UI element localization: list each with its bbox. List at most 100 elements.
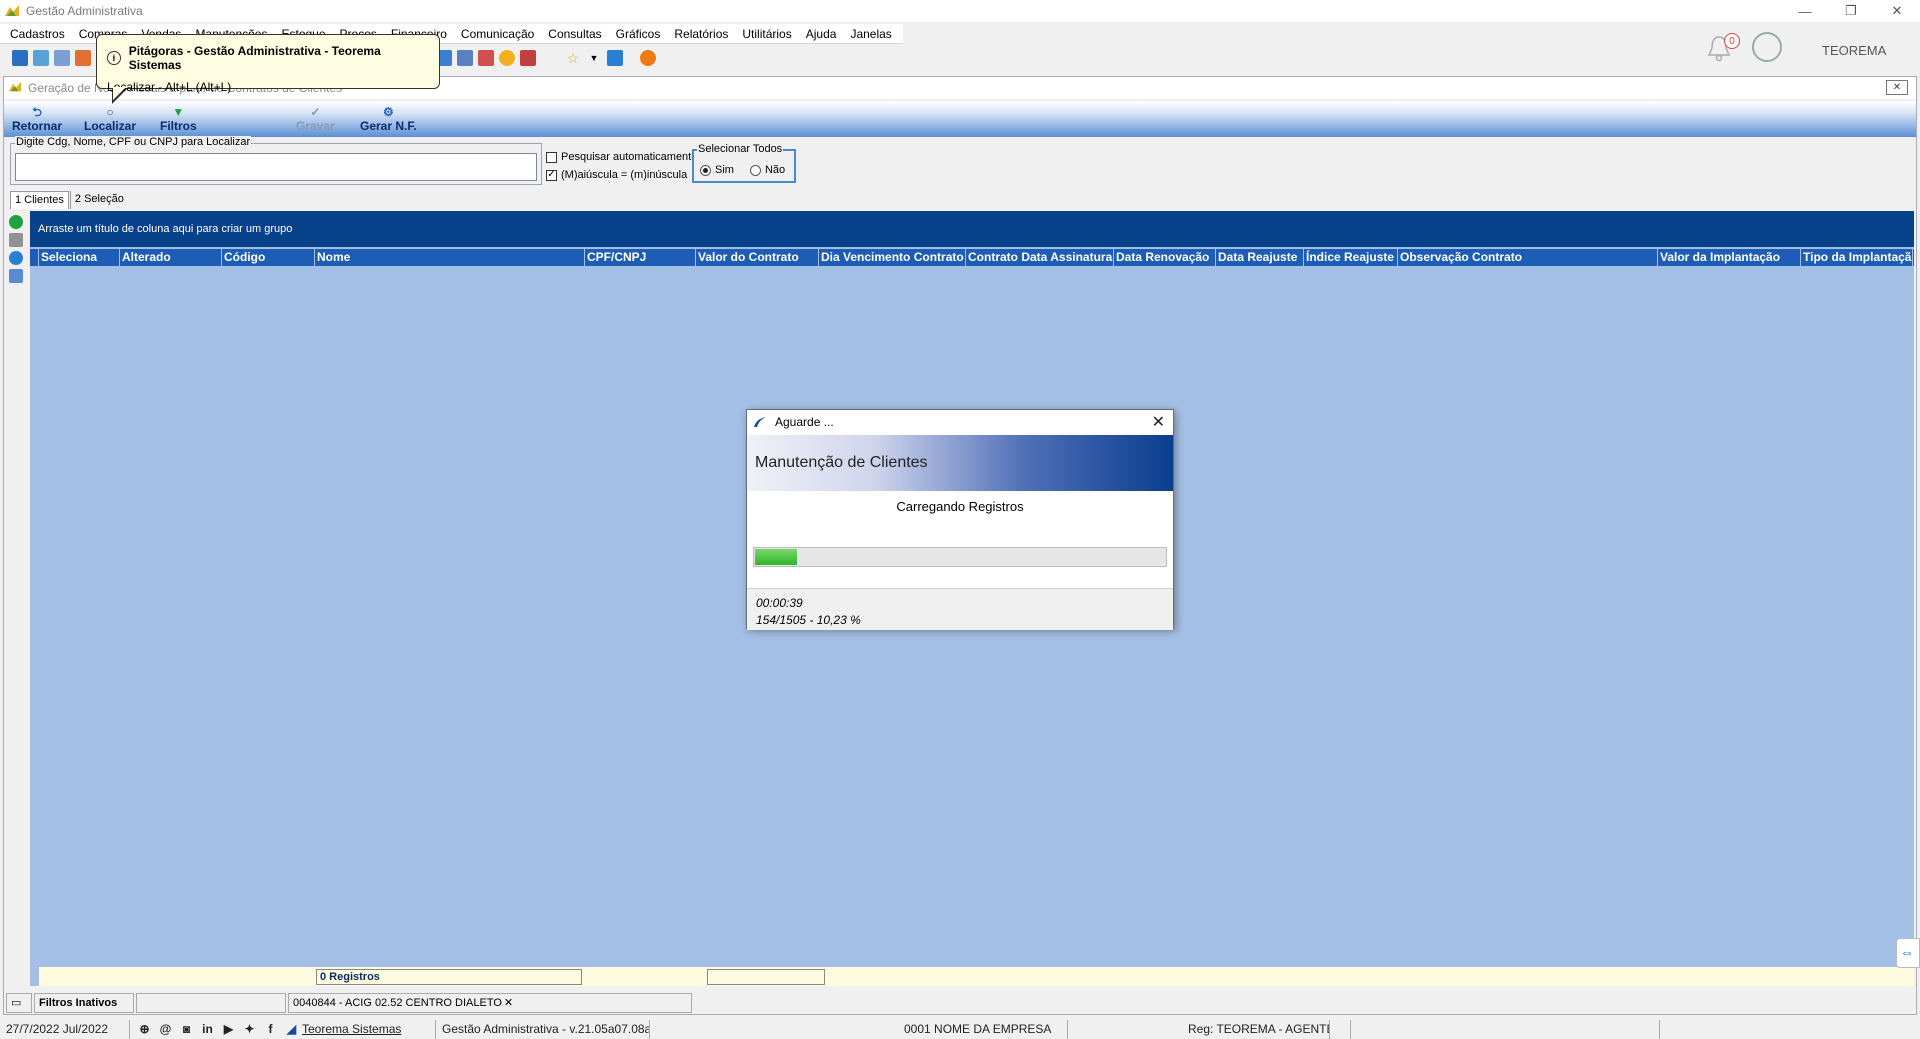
retornar-label: Retornar [12, 119, 63, 133]
trash-icon[interactable] [9, 233, 23, 247]
filtros-button[interactable]: ▼ Filtros [160, 105, 197, 133]
menu-cadastros[interactable]: Cadastros [10, 27, 65, 41]
progress-fill [755, 549, 798, 565]
twitter-icon[interactable]: ✦ [243, 1022, 256, 1036]
col-codigo[interactable]: Código [222, 249, 315, 266]
dialog-banner: Manutenção de Clientes [747, 435, 1173, 491]
retornar-button[interactable]: ⮌ Retornar [12, 105, 62, 133]
child-close-button[interactable]: ✕ [1886, 80, 1908, 95]
grid-side-toolbar [6, 211, 26, 986]
search-legend: Digite Cdg, Nome, CPF ou CNPJ para Local… [15, 136, 252, 148]
orders-icon[interactable] [54, 50, 70, 66]
case-option[interactable]: ✓ (M)aiúscula = (m)inúscula [546, 169, 687, 181]
group-panel[interactable]: Arraste um título de coluna aqui para cr… [30, 211, 1914, 247]
dialog-close-button[interactable]: ✕ [1152, 412, 1165, 432]
grid-settings-icon[interactable] [9, 269, 23, 283]
skype-icon[interactable]: ⊕ [138, 1022, 151, 1036]
col-data-reajuste[interactable]: Data Reajuste [1216, 249, 1304, 266]
elapsed-time: 00:00:39 [756, 596, 803, 610]
tab-selecao[interactable]: 2 Seleção [69, 191, 128, 209]
col-indice-reajuste[interactable]: Índice Reajuste [1304, 249, 1398, 266]
menu-comunicacao[interactable]: Comunicação [461, 27, 534, 41]
youtube-icon[interactable]: ▶ [222, 1022, 235, 1036]
col-nome[interactable]: Nome [315, 249, 585, 266]
status-empty-cell-right [1350, 1019, 1660, 1039]
calendar-icon[interactable] [457, 50, 473, 66]
menu-relatorios[interactable]: Relatórios [674, 27, 728, 41]
keyboard-icon: ▭ [6, 993, 32, 1013]
dialog-footer: 00:00:39 154/1505 - 10,23 % [747, 588, 1173, 630]
action-toolbar: ⮌ Retornar ○ Localizar ▼ Filtros ✓ Grava… [4, 101, 1916, 137]
clock-icon[interactable] [499, 50, 515, 66]
col-observacao[interactable]: Observação Contrato [1398, 249, 1658, 266]
app-logo-icon [5, 5, 19, 16]
search-input[interactable] [15, 153, 537, 181]
progress-counter: 154/1505 - 10,23 % [756, 613, 861, 627]
tab-clientes[interactable]: 1 Clientes [10, 191, 69, 209]
linkedin-icon[interactable]: in [201, 1022, 214, 1036]
auto-search-option[interactable]: Pesquisar automaticamente [546, 151, 697, 163]
info-icon[interactable] [9, 251, 23, 265]
radio-sim[interactable] [700, 164, 711, 176]
info-icon: i [107, 51, 121, 65]
products-icon[interactable] [33, 50, 49, 66]
company-link[interactable]: Teorema Sistemas [302, 1020, 401, 1038]
col-dia-vencimento[interactable]: Dia Vencimento Contrato [819, 249, 966, 266]
company-name: 0001 NOME DA EMPRESA [650, 1019, 1068, 1039]
minimize-button[interactable]: — [1782, 0, 1828, 22]
col-cpf-cnpj[interactable]: CPF/CNPJ [585, 249, 696, 266]
tooltip: i Pitágoras - Gestão Administrativa - Teo… [96, 34, 440, 94]
col-data-renovacao[interactable]: Data Renovação [1114, 249, 1216, 266]
radio-nao[interactable] [749, 164, 761, 176]
gravar-button[interactable]: ✓ Gravar [296, 105, 335, 133]
row-indicator-header[interactable] [30, 249, 39, 266]
search-group: Digite Cdg, Nome, CPF ou CNPJ para Local… [10, 136, 542, 185]
user-avatar-icon[interactable] [1752, 32, 1782, 62]
restore-button[interactable]: ❐ [1828, 0, 1874, 22]
case-checkbox[interactable]: ✓ [546, 169, 557, 181]
col-alterado[interactable]: Alterado [120, 249, 222, 266]
power-icon[interactable] [640, 50, 656, 66]
clients-icon[interactable] [12, 50, 28, 66]
radio-nao-label: Não [764, 164, 786, 176]
invoice-icon[interactable] [75, 50, 91, 66]
menu-graficos[interactable]: Gráficos [616, 27, 661, 41]
agenda-icon[interactable] [478, 50, 494, 66]
close-window-button[interactable]: ✕ [1874, 0, 1920, 22]
menu-consultas[interactable]: Consultas [548, 27, 601, 41]
localizar-label: Localizar [84, 119, 137, 133]
col-data-assinatura[interactable]: Contrato Data Assinatura [966, 249, 1114, 266]
facebook-icon[interactable]: f [264, 1022, 277, 1036]
status-empty-cell [136, 993, 286, 1013]
col-valor-implantacao[interactable]: Valor da Implantação [1658, 249, 1801, 266]
tab-strip: 1 Clientes 2 Seleção [10, 191, 128, 209]
col-valor-contrato[interactable]: Valor do Contrato [696, 249, 819, 266]
filtros-label: Filtros [160, 119, 197, 133]
localizar-button[interactable]: ○ Localizar [84, 105, 136, 133]
col-seleciona[interactable]: Seleciona [39, 249, 120, 266]
add-icon[interactable] [9, 215, 23, 229]
menu-ajuda[interactable]: Ajuda [806, 27, 837, 41]
favorites-star-icon[interactable]: ☆ [565, 50, 581, 66]
loading-dialog: Aguarde ... ✕ Manutenção de Clientes Car… [746, 409, 1174, 630]
social-links: ⊕ @ ◙ in ▶ ✦ f ◢ Teorema Sistemas [130, 1019, 436, 1039]
radio-sim-label: Sim [715, 164, 734, 176]
clear-info-icon[interactable]: ✕ [504, 994, 513, 1012]
col-tipo-implantacao[interactable]: Tipo da Implantação [1801, 249, 1913, 266]
tooltip-pointer-fill [113, 87, 126, 100]
email-icon[interactable]: @ [159, 1022, 172, 1036]
auto-search-checkbox[interactable] [546, 151, 557, 163]
download-icon[interactable] [607, 50, 623, 66]
registration: Reg: TEOREMA - AGENTES [1068, 1019, 1330, 1039]
gerar-nf-button[interactable]: ⚙ Gerar N.F. [360, 105, 417, 133]
dialog-message: Carregando Registros [896, 499, 1024, 514]
report-icon[interactable] [520, 50, 536, 66]
menu-janelas[interactable]: Janelas [850, 27, 891, 41]
remote-support-tab[interactable] [1896, 938, 1920, 968]
status-info: 0040844 - ACIG 02.52 CENTRO DIALETO ✕ [288, 993, 692, 1013]
instagram-icon[interactable]: ◙ [180, 1022, 193, 1036]
teorema-logo-icon: ◢ [286, 1021, 297, 1036]
favorites-dropdown-icon[interactable]: ▼ [586, 50, 602, 66]
menu-utilitarios[interactable]: Utilitários [742, 27, 791, 41]
progress-bar [753, 547, 1167, 567]
